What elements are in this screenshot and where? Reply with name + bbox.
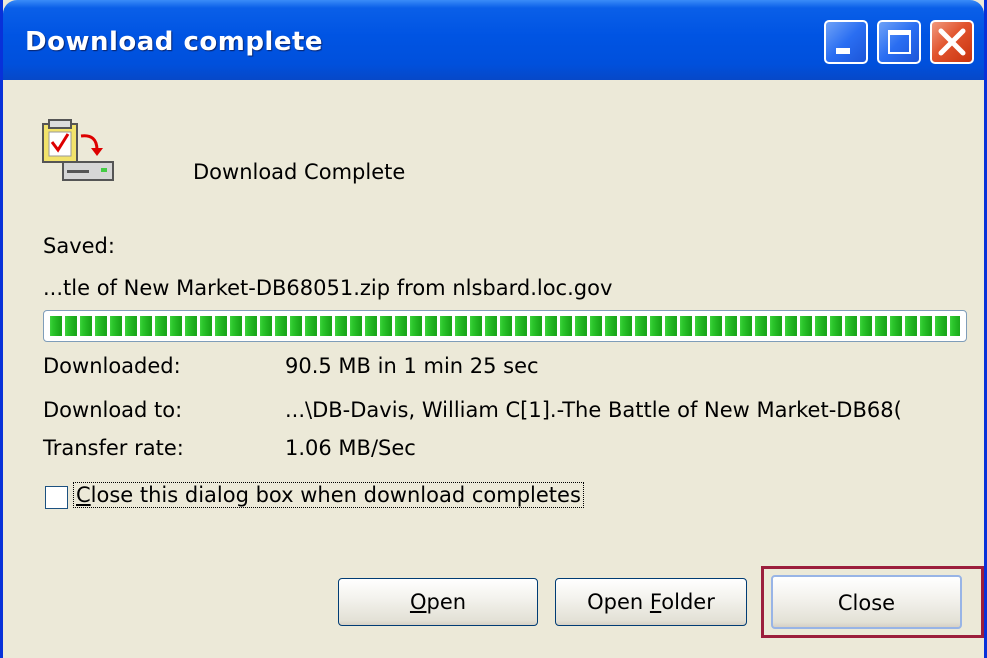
download-progress-bar bbox=[43, 310, 967, 342]
minimize-icon bbox=[836, 48, 850, 54]
close-button[interactable]: Close bbox=[771, 575, 962, 629]
downloaded-label: Downloaded: bbox=[43, 354, 181, 378]
window-title: Download complete bbox=[25, 27, 324, 57]
download-complete-icon bbox=[42, 119, 114, 181]
download-to-value: ...\DB-Davis, William C[1].-The Battle o… bbox=[285, 398, 902, 422]
open-folder-button[interactable]: Open Folder bbox=[555, 578, 747, 626]
downloaded-value: 90.5 MB in 1 min 25 sec bbox=[285, 354, 539, 378]
minimize-button[interactable] bbox=[824, 20, 868, 64]
maximize-icon bbox=[888, 30, 911, 54]
progress-fill bbox=[50, 316, 960, 336]
dialog-heading: Download Complete bbox=[193, 160, 406, 184]
open-button[interactable]: Open bbox=[338, 578, 538, 626]
close-icon bbox=[938, 28, 966, 56]
open-folder-button-mnemonic: F bbox=[649, 590, 662, 614]
saved-label: Saved: bbox=[43, 234, 115, 258]
close-window-button[interactable] bbox=[930, 20, 974, 64]
close-when-complete-label[interactable]: Close this dialog box when download comp… bbox=[73, 482, 584, 508]
saved-file-name: ...tle of New Market-DB68051.zip from nl… bbox=[43, 276, 613, 300]
close-when-complete-mnemonic: C bbox=[76, 483, 91, 507]
open-button-mnemonic: O bbox=[409, 590, 427, 614]
transfer-rate-value: 1.06 MB/Sec bbox=[285, 436, 416, 460]
close-when-complete-checkbox[interactable] bbox=[45, 486, 68, 509]
title-bar[interactable]: Download complete bbox=[3, 0, 984, 80]
transfer-rate-label: Transfer rate: bbox=[43, 436, 184, 460]
maximize-button[interactable] bbox=[877, 20, 921, 64]
download-complete-dialog: Download complete Download Complete Save… bbox=[0, 0, 987, 658]
download-to-label: Download to: bbox=[43, 398, 183, 422]
